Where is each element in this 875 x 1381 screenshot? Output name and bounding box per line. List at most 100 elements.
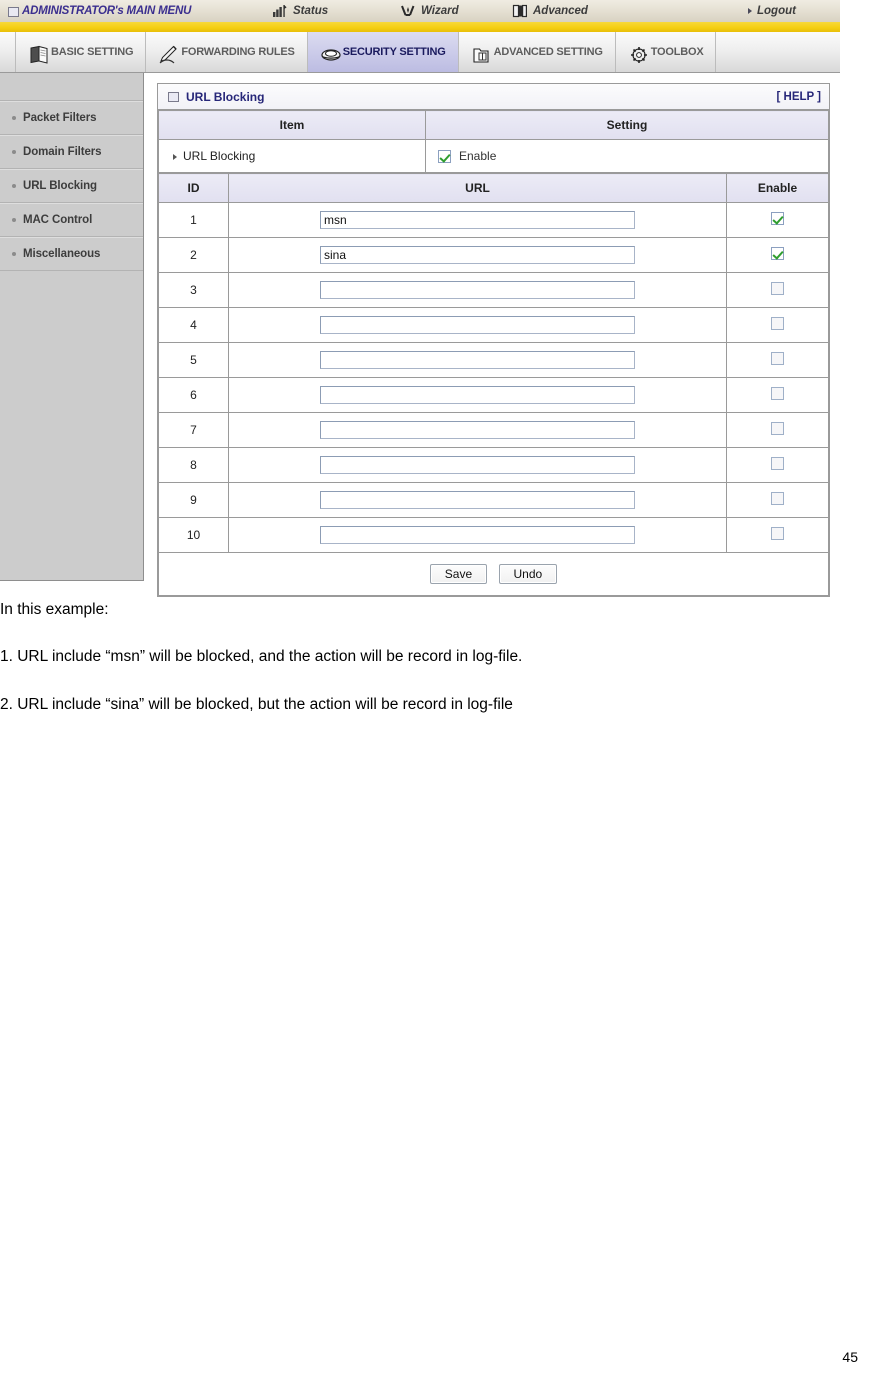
col-header-url: URL <box>228 173 727 203</box>
url-input[interactable] <box>320 456 635 474</box>
window-square-icon <box>8 7 19 17</box>
tab-security-setting[interactable]: SECURITY SETTING <box>307 32 459 72</box>
rule-enable-checkbox[interactable] <box>771 282 784 295</box>
tab-forwarding-rules-label: FORWARDING RULES <box>181 46 295 58</box>
panel-header: URL Blocking [ HELP ] <box>158 84 829 110</box>
url-rules-table: ID URL Enable 12345678910 Save Undo <box>158 173 829 596</box>
sidebar-item-packet-filters[interactable]: Packet Filters <box>0 101 143 135</box>
url-input[interactable] <box>320 316 635 334</box>
yellow-divider-strip <box>0 22 840 32</box>
settings-table-header-row: Item Setting <box>158 110 829 140</box>
sidebar-item-domain-filters[interactable]: Domain Filters <box>0 135 143 169</box>
url-input[interactable] <box>320 386 635 404</box>
help-link[interactable]: [ HELP ] <box>776 91 821 103</box>
rule-url-cell <box>228 307 727 343</box>
rule-enable-cell <box>726 517 829 553</box>
rule-url-cell <box>228 377 727 413</box>
triangle-right-icon <box>173 153 177 160</box>
panel-title-label: URL Blocking <box>186 89 265 104</box>
rule-enable-cell <box>726 202 829 238</box>
table-row: 7 <box>158 412 829 448</box>
rule-url-cell <box>228 482 727 518</box>
top-nav-status[interactable]: Status <box>272 0 328 22</box>
url-input[interactable] <box>320 281 635 299</box>
url-input[interactable] <box>320 246 635 264</box>
col-header-id: ID <box>158 173 229 203</box>
rule-enable-cell <box>726 482 829 518</box>
tab-basic-setting-label: BASIC SETTING <box>51 46 134 58</box>
action-buttons-cell: Save Undo <box>158 552 829 596</box>
rule-url-cell <box>228 272 727 308</box>
signal-bars-icon <box>272 4 288 19</box>
rule-enable-cell <box>726 307 829 343</box>
table-row: 2 <box>158 237 829 273</box>
rule-enable-checkbox[interactable] <box>771 247 784 260</box>
rule-enable-checkbox[interactable] <box>771 352 784 365</box>
rule-enable-checkbox[interactable] <box>771 457 784 470</box>
sidebar-item-mac-control[interactable]: MAC Control <box>0 203 143 237</box>
rule-enable-cell <box>726 272 829 308</box>
rule-id-cell: 8 <box>158 447 229 483</box>
url-rules-header-row: ID URL Enable <box>158 173 829 203</box>
tab-right-filler <box>716 32 840 72</box>
url-blocking-enable-checkbox[interactable] <box>438 149 451 163</box>
top-nav-logout-label: Logout <box>757 5 796 17</box>
table-row: 6 <box>158 377 829 413</box>
table-row: 4 <box>158 307 829 343</box>
rule-enable-checkbox[interactable] <box>771 492 784 505</box>
ui-body: Packet Filters Domain Filters URL Blocki… <box>0 73 840 597</box>
rule-enable-checkbox[interactable] <box>771 387 784 400</box>
pen-icon <box>158 45 178 63</box>
rule-id-cell: 9 <box>158 482 229 518</box>
rule-enable-cell <box>726 377 829 413</box>
sidebar-item-label: URL Blocking <box>23 180 97 192</box>
top-nav-advanced[interactable]: Advanced <box>512 0 588 22</box>
admin-main-menu-label: ADMINISTRATOR's MAIN MENU <box>22 5 192 17</box>
rule-url-cell <box>228 412 727 448</box>
url-input[interactable] <box>320 491 635 509</box>
books-icon <box>512 4 528 19</box>
window-square-icon <box>168 91 179 102</box>
tab-basic-setting[interactable]: BASIC SETTING <box>16 32 147 72</box>
bullet-icon <box>12 252 16 256</box>
url-blocking-panel: URL Blocking [ HELP ] Item Setting URL B… <box>157 83 830 597</box>
tab-security-setting-label: SECURITY SETTING <box>342 46 446 58</box>
rule-id-cell: 6 <box>158 377 229 413</box>
rule-enable-checkbox[interactable] <box>771 422 784 435</box>
rule-id-cell: 1 <box>158 202 229 238</box>
rule-id-cell: 5 <box>158 342 229 378</box>
sidebar-item-miscellaneous[interactable]: Miscellaneous <box>0 237 143 271</box>
url-input[interactable] <box>320 351 635 369</box>
sidebar-item-url-blocking[interactable]: URL Blocking <box>0 169 143 203</box>
sidebar-item-label: Miscellaneous <box>23 248 101 260</box>
gear-icon <box>628 45 647 63</box>
tab-forwarding-rules[interactable]: FORWARDING RULES <box>146 32 308 72</box>
save-button[interactable]: Save <box>429 564 488 584</box>
tab-advanced-setting[interactable]: ADVANCED SETTING <box>459 32 616 72</box>
undo-button[interactable]: Undo <box>498 564 558 584</box>
top-nav-status-label: Status <box>293 5 329 17</box>
arrow-right-icon <box>748 8 752 14</box>
example-item-2: 2. URL include “sina” will be blocked, b… <box>0 695 513 713</box>
rule-enable-cell <box>726 342 829 378</box>
rule-enable-cell <box>726 412 829 448</box>
col-header-item: Item <box>158 110 426 140</box>
settings-table: Item Setting URL Blocking Enable <box>158 110 829 173</box>
table-row: 9 <box>158 482 829 518</box>
shield-icon <box>320 45 341 61</box>
rule-enable-checkbox[interactable] <box>771 317 784 330</box>
rule-enable-checkbox[interactable] <box>771 527 784 540</box>
rule-id-cell: 7 <box>158 412 229 448</box>
url-input[interactable] <box>320 421 635 439</box>
tab-toolbox[interactable]: TOOLBOX <box>616 32 717 72</box>
table-row: 1 <box>158 202 829 238</box>
top-nav-wizard[interactable]: Wizard <box>400 0 459 22</box>
top-nav-logout[interactable]: Logout <box>748 0 796 22</box>
main-tab-bar: BASIC SETTING FORWARDING RULES SECURITY … <box>0 32 840 73</box>
example-intro: In this example: <box>0 601 109 618</box>
rule-id-cell: 2 <box>158 237 229 273</box>
rule-enable-checkbox[interactable] <box>771 212 784 225</box>
url-input[interactable] <box>320 211 635 229</box>
sidebar-item-label: Packet Filters <box>23 112 97 124</box>
url-input[interactable] <box>320 526 635 544</box>
